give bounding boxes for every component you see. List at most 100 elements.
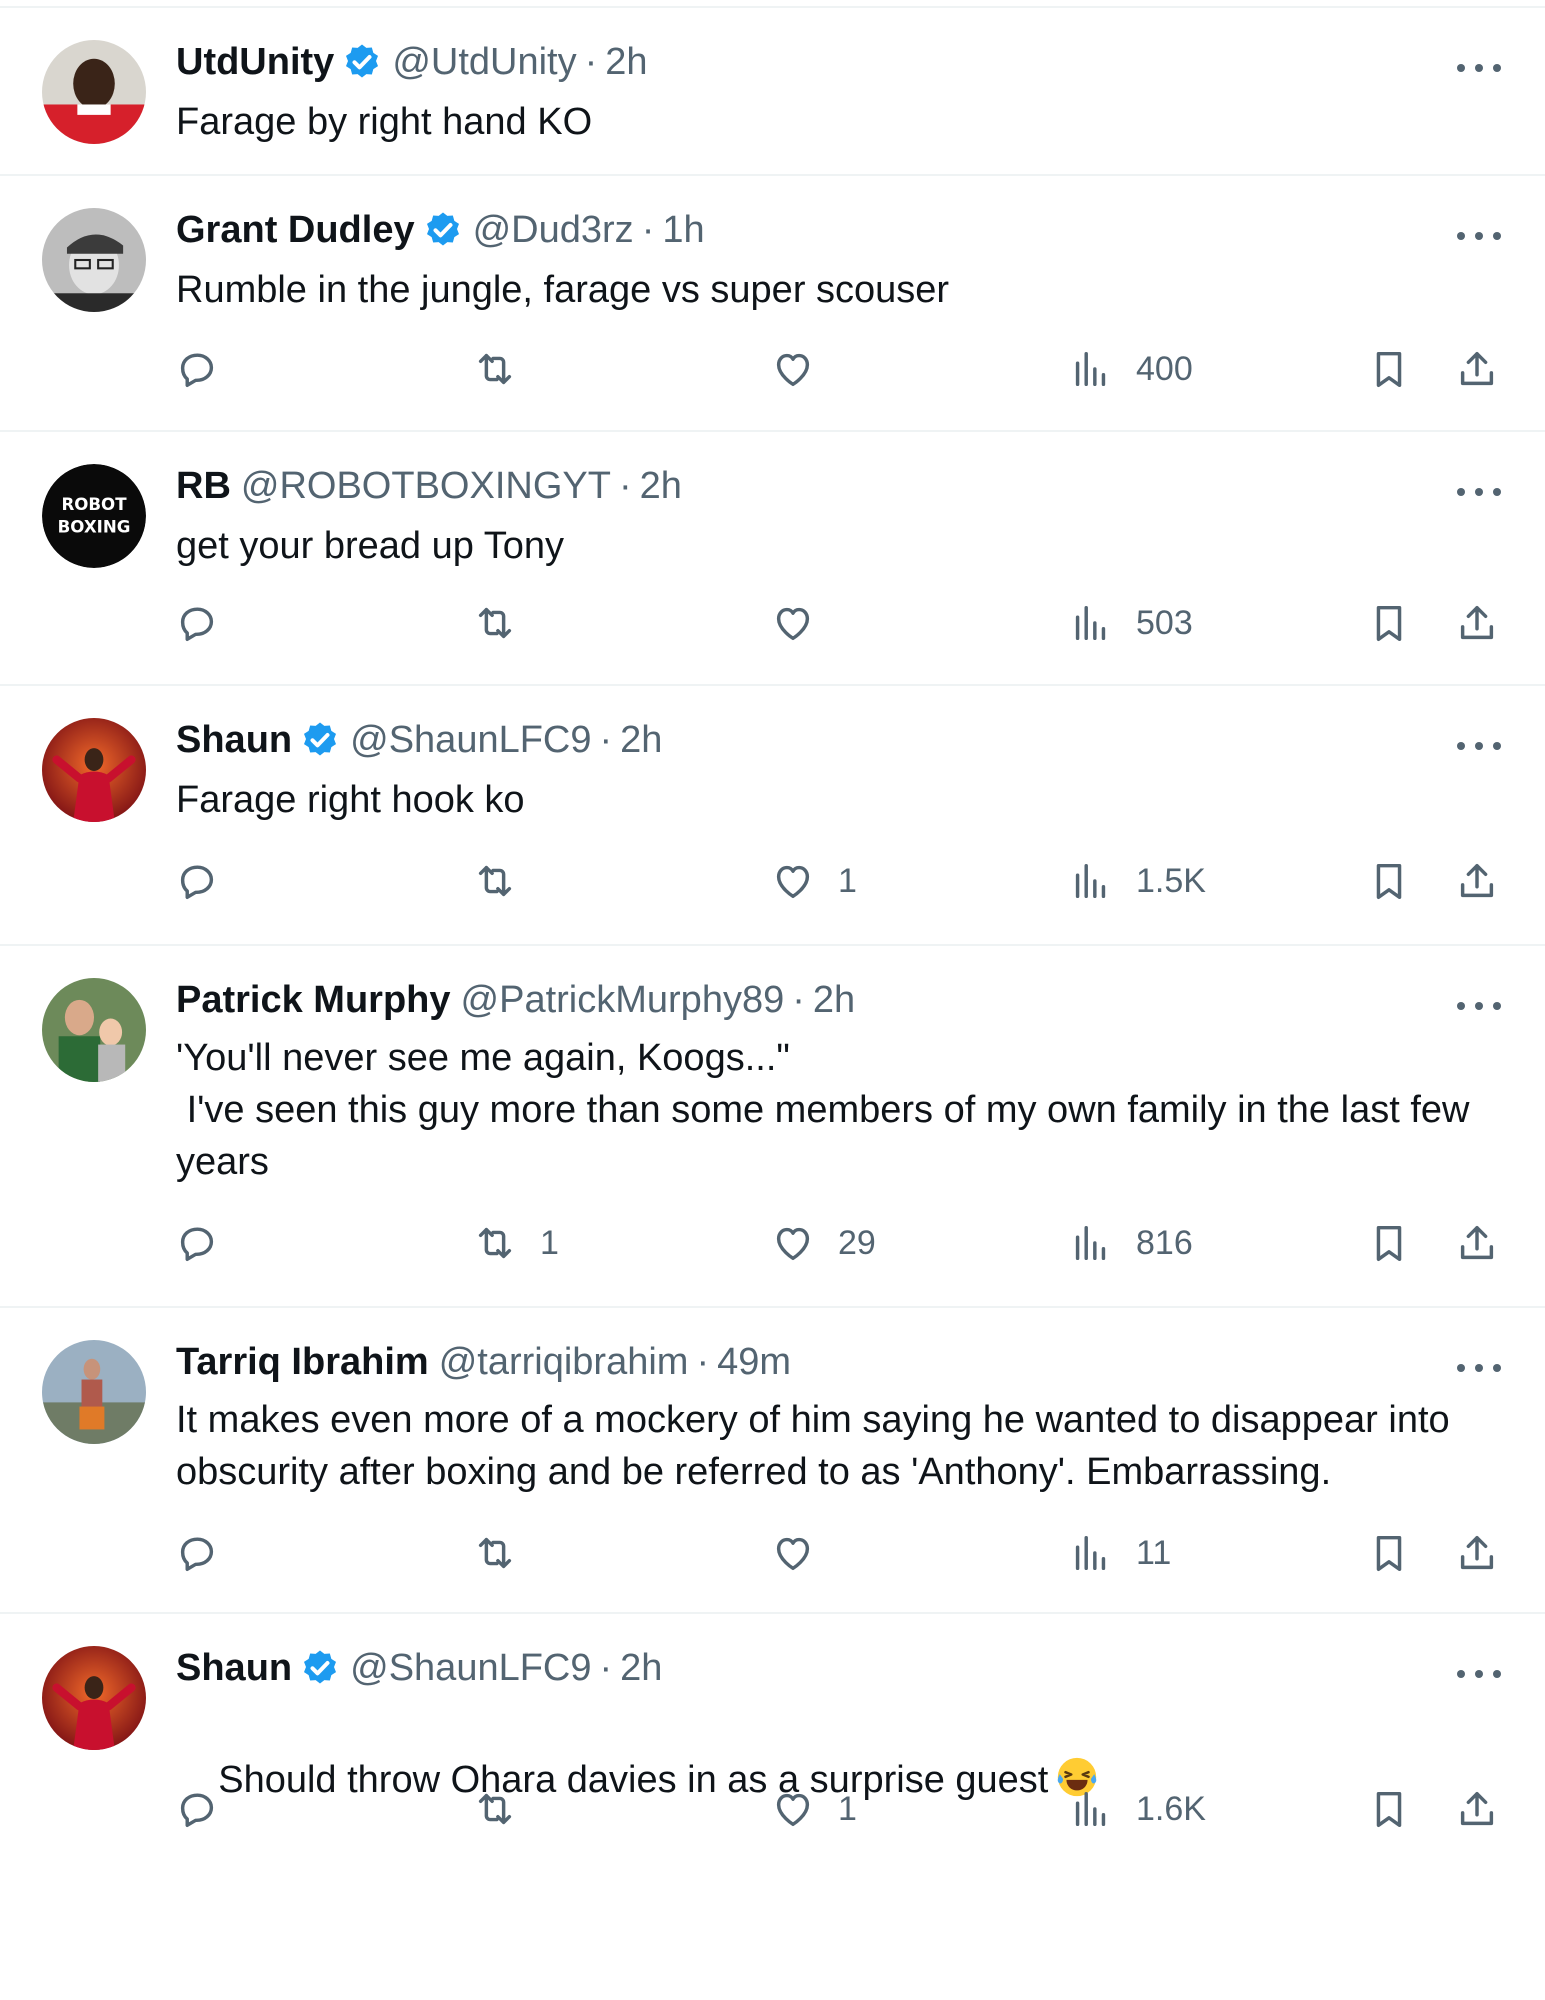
avatar[interactable] bbox=[42, 40, 146, 144]
share-button[interactable] bbox=[1454, 858, 1500, 904]
timestamp[interactable]: 1h bbox=[662, 208, 704, 252]
retweet-button[interactable] bbox=[472, 1786, 540, 1832]
tweet-text: Farage right hook ko bbox=[176, 779, 525, 821]
share-button[interactable] bbox=[1454, 346, 1500, 392]
reply-button[interactable] bbox=[174, 858, 242, 904]
reply-button[interactable] bbox=[174, 600, 242, 646]
like-button[interactable]: 29 bbox=[770, 1220, 876, 1266]
more-options-icon[interactable] bbox=[1457, 1664, 1501, 1684]
tweet-text: Rumble in the jungle, farage vs super sc… bbox=[176, 269, 950, 311]
views-button[interactable]: 503 bbox=[1068, 600, 1193, 646]
more-options-icon[interactable] bbox=[1457, 996, 1501, 1016]
retweet-button[interactable] bbox=[472, 858, 540, 904]
avatar[interactable] bbox=[42, 718, 146, 822]
retweet-button[interactable]: 1 bbox=[472, 1220, 559, 1266]
tweet[interactable]: Grant Dudley @Dud3rz · 1h Rumble in the … bbox=[0, 174, 1545, 430]
display-name[interactable]: UtdUnity bbox=[176, 40, 334, 84]
bookmark-icon bbox=[1366, 1220, 1412, 1266]
action-bar: 1 1.6K bbox=[0, 1786, 1545, 1846]
avatar[interactable] bbox=[42, 1646, 146, 1750]
retweet-icon bbox=[472, 1786, 518, 1832]
user-handle[interactable]: @UtdUnity bbox=[392, 40, 576, 84]
reply-button[interactable] bbox=[174, 1220, 242, 1266]
display-name[interactable]: Grant Dudley bbox=[176, 208, 415, 252]
reply-icon bbox=[174, 1530, 220, 1576]
display-name[interactable]: Shaun bbox=[176, 718, 292, 762]
share-icon bbox=[1454, 1530, 1500, 1576]
user-handle[interactable]: @ShaunLFC9 bbox=[350, 1646, 591, 1690]
more-options-icon[interactable] bbox=[1457, 1358, 1501, 1378]
user-handle[interactable]: @tarriqibrahim bbox=[439, 1340, 689, 1384]
tweet[interactable]: Tarriq Ibrahim @tarriqibrahim · 49m It m… bbox=[0, 1306, 1545, 1612]
more-options-icon[interactable] bbox=[1457, 482, 1501, 502]
tweet[interactable]: Patrick Murphy @PatrickMurphy89 · 2h 'Yo… bbox=[0, 944, 1545, 1306]
bookmark-button[interactable] bbox=[1366, 346, 1412, 392]
reply-button[interactable] bbox=[174, 346, 242, 392]
timestamp[interactable]: 2h bbox=[640, 464, 682, 508]
like-button[interactable]: 1 bbox=[770, 1786, 857, 1832]
bookmark-button[interactable] bbox=[1366, 1786, 1412, 1832]
like-button[interactable] bbox=[770, 600, 838, 646]
share-button[interactable] bbox=[1454, 600, 1500, 646]
views-icon bbox=[1068, 1530, 1114, 1576]
user-handle[interactable]: @PatrickMurphy89 bbox=[461, 978, 785, 1022]
more-options-icon[interactable] bbox=[1457, 736, 1501, 756]
like-button[interactable]: 1 bbox=[770, 858, 857, 904]
tweet[interactable]: Shaun @ShaunLFC9 · 2h Farage right hook … bbox=[0, 684, 1545, 944]
tweet[interactable]: Shaun @ShaunLFC9 · 2h Should throw Ohara… bbox=[0, 1612, 1545, 1912]
share-icon bbox=[1454, 600, 1500, 646]
timestamp[interactable]: 2h bbox=[605, 40, 647, 84]
avatar[interactable] bbox=[42, 1340, 146, 1444]
views-button[interactable]: 816 bbox=[1068, 1220, 1193, 1266]
verified-badge-icon bbox=[300, 1648, 340, 1688]
like-icon bbox=[770, 858, 816, 904]
retweet-button[interactable] bbox=[472, 600, 540, 646]
views-button[interactable]: 1.5K bbox=[1068, 858, 1206, 904]
retweet-button[interactable] bbox=[472, 346, 540, 392]
share-button[interactable] bbox=[1454, 1786, 1500, 1832]
views-button[interactable]: 400 bbox=[1068, 346, 1193, 392]
more-options-icon[interactable] bbox=[1457, 58, 1501, 78]
separator-dot: · bbox=[599, 1647, 613, 1689]
timestamp[interactable]: 2h bbox=[813, 978, 855, 1022]
user-handle[interactable]: @Dud3rz bbox=[473, 208, 634, 252]
views-icon bbox=[1068, 1786, 1114, 1832]
like-count: 1 bbox=[838, 1789, 857, 1828]
display-name[interactable]: RB bbox=[176, 464, 231, 508]
user-handle[interactable]: @ShaunLFC9 bbox=[350, 718, 591, 762]
separator-dot: · bbox=[599, 719, 613, 761]
more-options-icon[interactable] bbox=[1457, 226, 1501, 246]
tweet[interactable]: UtdUnity @UtdUnity · 2h Farage by right … bbox=[0, 6, 1545, 174]
timestamp[interactable]: 2h bbox=[620, 1646, 662, 1690]
bookmark-button[interactable] bbox=[1366, 1220, 1412, 1266]
user-handle[interactable]: @ROBOTBOXINGYT bbox=[241, 464, 611, 508]
timestamp[interactable]: 2h bbox=[620, 718, 662, 762]
views-button[interactable]: 1.6K bbox=[1068, 1786, 1206, 1832]
verified-badge-icon bbox=[342, 42, 382, 82]
avatar[interactable] bbox=[42, 978, 146, 1082]
bookmark-button[interactable] bbox=[1366, 600, 1412, 646]
avatar[interactable]: ROBOT BOXING bbox=[42, 464, 146, 568]
retweet-button[interactable] bbox=[472, 1530, 540, 1576]
display-name[interactable]: Shaun bbox=[176, 1646, 292, 1690]
timestamp[interactable]: 49m bbox=[717, 1340, 791, 1384]
share-button[interactable] bbox=[1454, 1220, 1500, 1266]
bookmark-button[interactable] bbox=[1366, 1530, 1412, 1576]
reply-icon bbox=[174, 346, 220, 392]
reply-button[interactable] bbox=[174, 1786, 242, 1832]
avatar[interactable] bbox=[42, 208, 146, 312]
like-icon bbox=[770, 1220, 816, 1266]
tweet[interactable]: ROBOT BOXING RB @ROBOTBOXINGYT · 2h get y… bbox=[0, 430, 1545, 684]
retweet-icon bbox=[472, 600, 518, 646]
share-icon bbox=[1454, 346, 1500, 392]
share-button[interactable] bbox=[1454, 1530, 1500, 1576]
display-name[interactable]: Patrick Murphy bbox=[176, 978, 451, 1022]
display-name[interactable]: Tarriq Ibrahim bbox=[176, 1340, 429, 1384]
tweet-text: get your bread up Tony bbox=[176, 525, 565, 567]
views-button[interactable]: 11 bbox=[1068, 1530, 1171, 1576]
like-button[interactable] bbox=[770, 346, 838, 392]
like-button[interactable] bbox=[770, 1530, 838, 1576]
reply-button[interactable] bbox=[174, 1530, 242, 1576]
bookmark-icon bbox=[1366, 600, 1412, 646]
bookmark-button[interactable] bbox=[1366, 858, 1412, 904]
